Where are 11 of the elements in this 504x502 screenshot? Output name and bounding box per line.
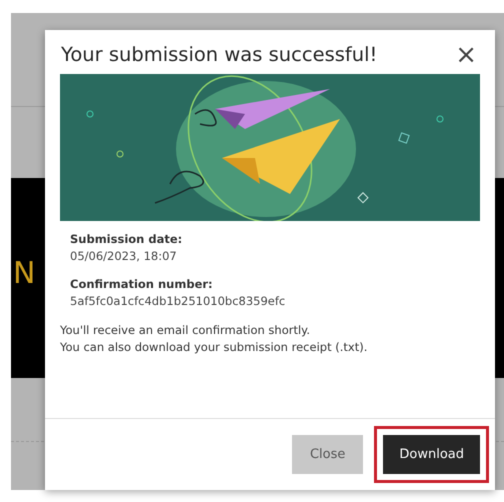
message-text: You can also download your submission receipt (.txt). [60,339,368,356]
message-text: You'll receive an email confirmation shortly. [60,322,311,339]
detail-value: 05/06/2023, 18:07 [70,248,178,266]
download-button[interactable]: Download [383,434,480,474]
dialog-title: Your submission was successful! [61,43,378,67]
banner-text: N [13,254,36,292]
detail-label: Submission date: [70,231,184,248]
detail-label: Confirmation number: [70,276,214,292]
close-button[interactable]: × [451,42,481,68]
detail-value: 5af5fc0a1cfc4db1b251010bc8359efc [70,292,286,310]
close-button[interactable]: Close [292,434,364,474]
